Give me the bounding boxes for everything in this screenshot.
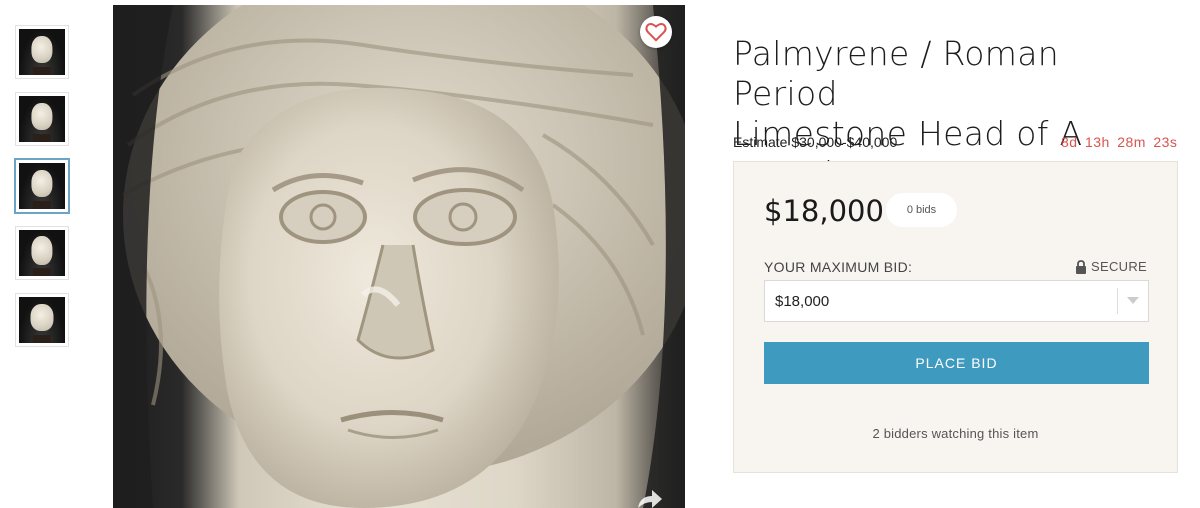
dropdown-arrow-icon bbox=[1127, 297, 1139, 304]
countdown-timer: 8d 13h 28m 23s bbox=[1061, 134, 1178, 150]
thumbnail-1[interactable] bbox=[15, 25, 69, 79]
bids-count-badge: 0 bids bbox=[886, 193, 957, 227]
share-icon[interactable] bbox=[636, 488, 664, 508]
thumbnail-image bbox=[19, 96, 65, 142]
secure-label: SECURE bbox=[1091, 259, 1147, 274]
thumbnail-image bbox=[19, 230, 65, 276]
thumbnail-4[interactable] bbox=[15, 226, 69, 280]
thumbnail-5[interactable] bbox=[15, 293, 69, 347]
max-bid-input[interactable] bbox=[765, 281, 1117, 321]
thumbnail-2[interactable] bbox=[15, 92, 69, 146]
place-bid-button[interactable]: PLACE BID bbox=[764, 342, 1149, 384]
share-arrow-icon bbox=[638, 490, 662, 508]
limestone-head-illustration bbox=[113, 5, 685, 508]
thumbnail-3[interactable] bbox=[15, 159, 69, 213]
main-product-image[interactable] bbox=[113, 5, 685, 508]
max-bid-select[interactable] bbox=[764, 280, 1149, 322]
secure-indicator: SECURE bbox=[1075, 259, 1147, 274]
max-bid-label: YOUR MAXIMUM BID: bbox=[764, 259, 913, 275]
favorite-heart-icon[interactable] bbox=[640, 16, 672, 48]
thumbnail-image bbox=[19, 29, 65, 75]
thumbnail-image bbox=[19, 163, 65, 209]
estimate-text: Estimate $30,000-$40,000 bbox=[733, 134, 898, 150]
title-line-1: Palmyrene / Roman Period bbox=[733, 34, 1059, 113]
thumbnail-image bbox=[19, 297, 65, 343]
thumbnail-list bbox=[15, 25, 69, 360]
heart-icon bbox=[645, 23, 667, 42]
chevron-down-icon[interactable] bbox=[1118, 281, 1148, 321]
bid-panel: $18,000 0 bids YOUR MAXIMUM BID: SECURE … bbox=[733, 161, 1178, 473]
watching-text: 2 bidders watching this item bbox=[872, 426, 1039, 441]
current-price: $18,000 bbox=[764, 194, 884, 228]
lock-icon bbox=[1076, 259, 1087, 274]
